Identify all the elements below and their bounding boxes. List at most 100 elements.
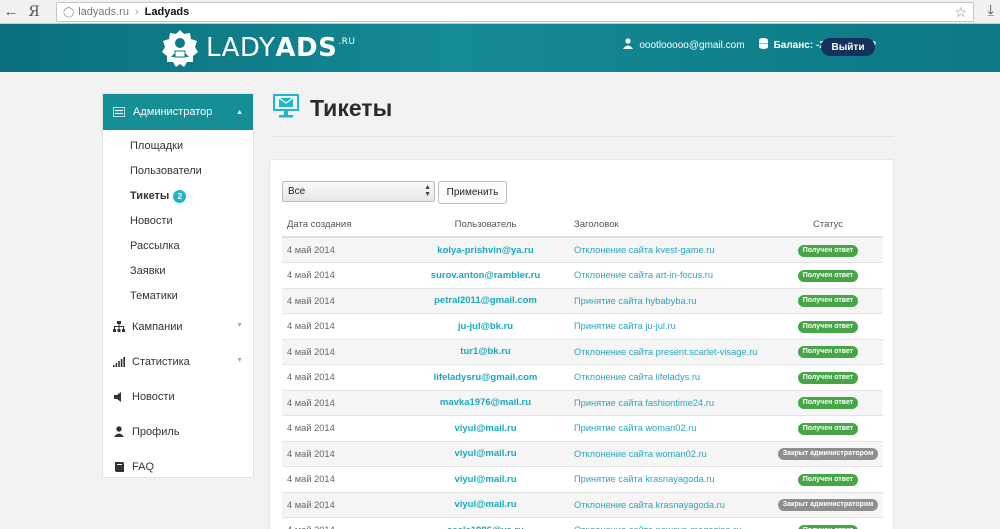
sidebar: Администратор ▲ Площадки Пользователи Ти… <box>102 93 254 478</box>
ticket-user-link[interactable]: viyul@mail.ru <box>397 415 569 442</box>
table-row[interactable]: 4 май 2014 ju-jul@bk.ru Принятие сайта ju-… <box>282 313 883 340</box>
sidebar-item-campaigns[interactable]: Кампании ▼ <box>103 309 253 344</box>
ticket-user-link[interactable]: mavka1976@mail.ru <box>397 390 569 416</box>
sidebar-subitem-label: Пользователи <box>130 165 202 177</box>
sidebar-subitem-news[interactable]: Новости <box>103 209 253 234</box>
page-title: Тикеты <box>310 95 393 121</box>
status-badge: Закрыт администратором <box>777 448 879 461</box>
sidebar-subitem-topics[interactable]: Тематики <box>103 284 253 309</box>
ticket-subject-link[interactable]: Отклонение сайта neways-magazine.ru <box>569 517 768 529</box>
status-badge: Получен ответ <box>797 473 859 486</box>
ticket-user-link[interactable]: viyul@mail.ru <box>397 466 569 493</box>
sidebar-item-profile[interactable]: Профиль <box>103 414 253 449</box>
table-body: 4 май 2014 kolya-prishvin@ya.ru Отклонение… <box>282 237 883 529</box>
table-row[interactable]: 4 май 2014 viyul@mail.ru Принятие сайта wo… <box>282 415 883 442</box>
sidebar-subitem-requests[interactable]: Заявки <box>103 259 253 284</box>
apply-button[interactable]: Применить <box>438 181 507 204</box>
sidebar-item-news[interactable]: Новости <box>103 379 253 414</box>
column-header-subject[interactable]: Заголовок <box>569 213 768 238</box>
sidebar-subitem-label: Тематики <box>130 290 178 302</box>
ticket-status-cell: Получен ответ <box>768 390 883 416</box>
ticket-user-link[interactable]: petral2011@gmail.com <box>397 288 569 314</box>
sidebar-subitem-sites[interactable]: Площадки <box>103 134 253 159</box>
table-row[interactable]: 4 май 2014 kolya-prishvin@ya.ru Отклонение… <box>282 237 883 263</box>
table-row[interactable]: 4 май 2014 tur1@bk.ru Отклонение сайта pre… <box>282 339 883 365</box>
yandex-button[interactable]: Я <box>22 4 46 20</box>
sidebar-subitem-label: Рассылка <box>130 240 180 252</box>
ticket-status-cell: Закрыт администратором <box>768 441 883 467</box>
ticket-date: 4 май 2014 <box>282 364 397 391</box>
sidebar-subitem-tickets[interactable]: Тикеты 2 <box>103 184 253 209</box>
ticket-subject-link[interactable]: Отклонение сайта krasnayagoda.ru <box>569 492 768 518</box>
table-row[interactable]: 4 май 2014seele1986@ya.ruОтклонение сайт… <box>282 517 883 529</box>
sidebar-subitem-label: Новости <box>130 215 173 227</box>
user-icon <box>623 38 634 52</box>
ticket-subject-link[interactable]: Отклонение сайта lifeladys.ru <box>569 364 768 391</box>
column-header-date[interactable]: Дата создания <box>282 213 397 238</box>
address-bar[interactable]: ◯ ladyads.ru › Ladyads ☆ <box>56 2 974 22</box>
ticket-subject-link[interactable]: Принятие сайта hybabyba.ru <box>569 288 768 314</box>
status-badge: Получен ответ <box>797 397 859 410</box>
ticket-date: 4 май 2014 <box>282 415 397 442</box>
logo-text: LADYADS.RU <box>206 33 356 63</box>
sidebar-item-admin[interactable]: Администратор ▲ <box>103 94 253 130</box>
ticket-subject-link[interactable]: Принятие сайта ju-jul.ru <box>569 313 768 340</box>
monitor-mail-icon <box>272 93 300 124</box>
database-icon <box>758 38 768 52</box>
page-icon: ◯ <box>63 6 75 18</box>
ticket-date: 4 май 2014 <box>282 441 397 467</box>
sidebar-item-label: Статистика <box>132 355 190 368</box>
title-divider <box>272 136 894 137</box>
ticket-date: 4 май 2014 <box>282 517 397 529</box>
ticket-user-link[interactable]: tur1@bk.ru <box>397 339 569 365</box>
download-icon[interactable]: ⤓ <box>987 2 994 19</box>
ticket-subject-link[interactable]: Принятие сайта krasnayagoda.ru <box>569 466 768 493</box>
ticket-subject-link[interactable]: Отклонение сайта present.scarlet-visage.… <box>569 339 768 365</box>
book-icon <box>113 461 125 473</box>
ticket-user-link[interactable]: ju-jul@bk.ru <box>397 313 569 340</box>
ticket-date: 4 май 2014 <box>282 237 397 263</box>
ticket-date: 4 май 2014 <box>282 313 397 340</box>
sidebar-item-faq[interactable]: FAQ <box>103 449 253 484</box>
sitemap-icon <box>113 321 125 333</box>
ticket-user-link[interactable]: seele1986@ya.ru <box>397 517 569 529</box>
ticket-subject-link[interactable]: Принятие сайта fashiontime24.ru <box>569 390 768 416</box>
ticket-subject-link[interactable]: Принятие сайта woman02.ru <box>569 415 768 442</box>
ticket-user-link[interactable]: viyul@mail.ru <box>397 441 569 467</box>
account-email[interactable]: oootlooooo@gmail.com <box>639 40 744 51</box>
sidebar-subitem-users[interactable]: Пользователи <box>103 159 253 184</box>
table-row[interactable]: 4 май 2014 lifeladysru@gmail.com Отклонени… <box>282 364 883 391</box>
bookmark-star-icon[interactable]: ☆ <box>954 4 967 21</box>
site-logo[interactable]: LADYADS.RU <box>160 28 356 68</box>
ticket-subject-link[interactable]: Отклонение сайта art-in-focus.ru <box>569 262 768 289</box>
tickets-count-badge: 2 <box>173 190 187 203</box>
ticket-user-link[interactable]: lifeladysru@gmail.com <box>397 364 569 391</box>
ticket-user-link[interactable]: viyul@mail.ru <box>397 492 569 518</box>
status-filter-select[interactable]: Все ▲ ▼ <box>282 181 435 202</box>
status-badge: Получен ответ <box>797 371 859 384</box>
user-icon <box>113 426 125 438</box>
ticket-subject-link[interactable]: Отклонение сайта kvest-game.ru <box>569 237 768 263</box>
back-arrow-icon[interactable]: ← <box>0 1 22 23</box>
sidebar-subitem-label: Тикеты <box>130 190 170 202</box>
table-row[interactable]: 4 май 2014 viyul@mail.ru Принятие сайта kr… <box>282 466 883 493</box>
ticket-user-link[interactable]: surov.anton@rambler.ru <box>397 262 569 289</box>
table-row[interactable]: 4 май 2014 viyul@mail.ru Отклонение сайта … <box>282 441 883 467</box>
column-header-status[interactable]: Статус <box>768 213 883 238</box>
table-row[interactable]: 4 май 2014 petral2011@gmail.com Принятие с… <box>282 288 883 314</box>
table-row[interactable]: 4 май 2014 mavka1976@mail.ru Принятие сайт… <box>282 390 883 416</box>
browser-toolbar: ← Я ◯ ladyads.ru › Ladyads ☆ ⤓ <box>0 0 1000 24</box>
sidebar-item-statistics[interactable]: Статистика ▼ <box>103 344 253 379</box>
status-filter-value: Все <box>288 186 306 197</box>
column-header-user[interactable]: Пользователь <box>397 213 569 238</box>
table-row[interactable]: 4 май 2014 surov.anton@rambler.ru Отклонен… <box>282 262 883 289</box>
sidebar-subitem-mailing[interactable]: Рассылка <box>103 234 253 259</box>
logout-button[interactable]: Выйти <box>821 38 875 56</box>
table-row[interactable]: 4 май 2014 viyul@mail.ru Отклонение сайта … <box>282 492 883 518</box>
ticket-date: 4 май 2014 <box>282 339 397 365</box>
ticket-subject-link[interactable]: Отклонение сайта woman02.ru <box>569 441 768 467</box>
ticket-user-link[interactable]: kolya-prishvin@ya.ru <box>397 237 569 263</box>
address-host: ladyads.ru <box>78 6 129 18</box>
ticket-status-cell: Получен ответ <box>768 339 883 365</box>
table-header-row: Дата создания Пользователь Заголовок Ста… <box>282 213 883 238</box>
